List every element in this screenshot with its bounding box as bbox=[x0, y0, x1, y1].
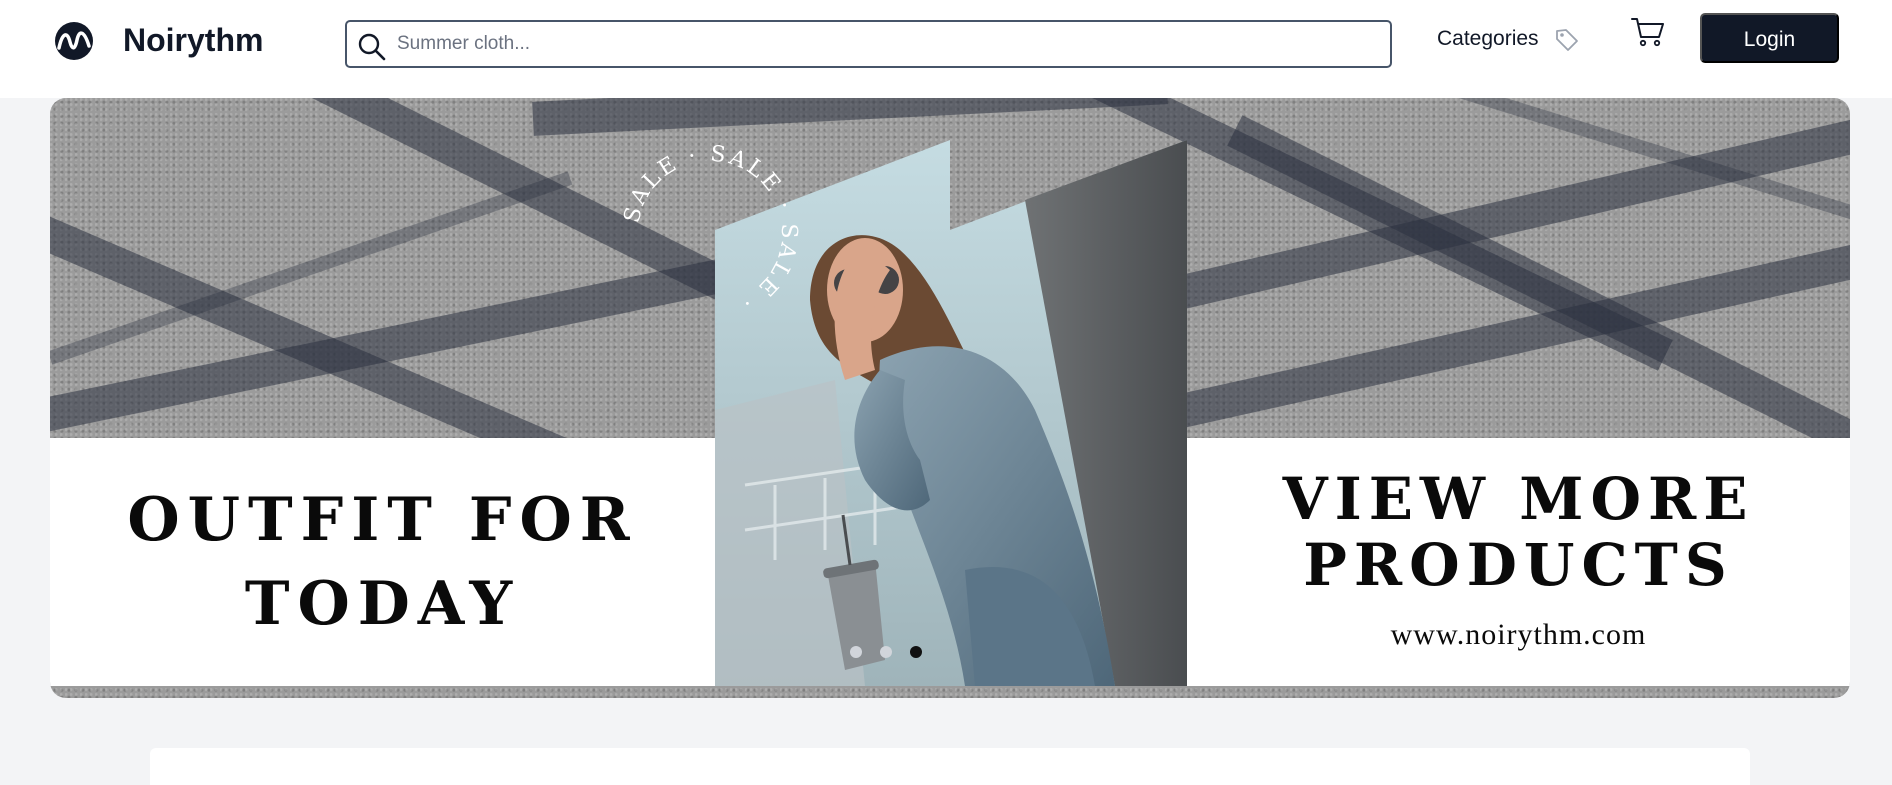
tag-icon[interactable] bbox=[1554, 27, 1580, 53]
carousel-dot-3[interactable] bbox=[910, 646, 922, 658]
top-navbar: Noirythm Categories Login bbox=[0, 0, 1892, 98]
content-card bbox=[150, 748, 1750, 785]
search-icon[interactable] bbox=[357, 32, 387, 62]
carousel-indicators bbox=[850, 646, 930, 660]
cart-icon[interactable] bbox=[1630, 15, 1666, 51]
brand-name[interactable]: Noirythm bbox=[123, 20, 263, 60]
categories-link[interactable]: Categories bbox=[1437, 26, 1539, 52]
view-more-line-2: PRODUCTS bbox=[1303, 531, 1734, 599]
headline-line-2: TODAY bbox=[244, 569, 521, 639]
view-more-headline[interactable]: VIEW MORE PRODUCTS bbox=[1187, 466, 1850, 598]
login-button[interactable]: Login bbox=[1700, 13, 1839, 63]
noirythm-logo[interactable] bbox=[50, 20, 98, 62]
sale-ring-badge: SALE · SALE · SALE · bbox=[620, 142, 801, 317]
svg-text:SALE · SALE · SALE ·: SALE · SALE · SALE · bbox=[620, 142, 801, 317]
search-bar[interactable] bbox=[345, 20, 1392, 68]
hero-banner-carousel[interactable]: OUTFIT FOR TODAY VIEW MORE PRODUCTS www.… bbox=[50, 98, 1850, 698]
headline-line-1: OUTFIT FOR bbox=[127, 485, 638, 555]
website-url[interactable]: www.noirythm.com bbox=[1187, 618, 1850, 652]
carousel-dot-2[interactable] bbox=[880, 646, 892, 658]
sale-ring-text: SALE · SALE · SALE · bbox=[620, 142, 798, 317]
view-more-line-1: VIEW MORE bbox=[1282, 465, 1755, 533]
outfit-headline: OUTFIT FOR TODAY bbox=[50, 478, 715, 646]
search-input[interactable] bbox=[397, 27, 1377, 61]
carousel-dot-1[interactable] bbox=[850, 646, 862, 658]
